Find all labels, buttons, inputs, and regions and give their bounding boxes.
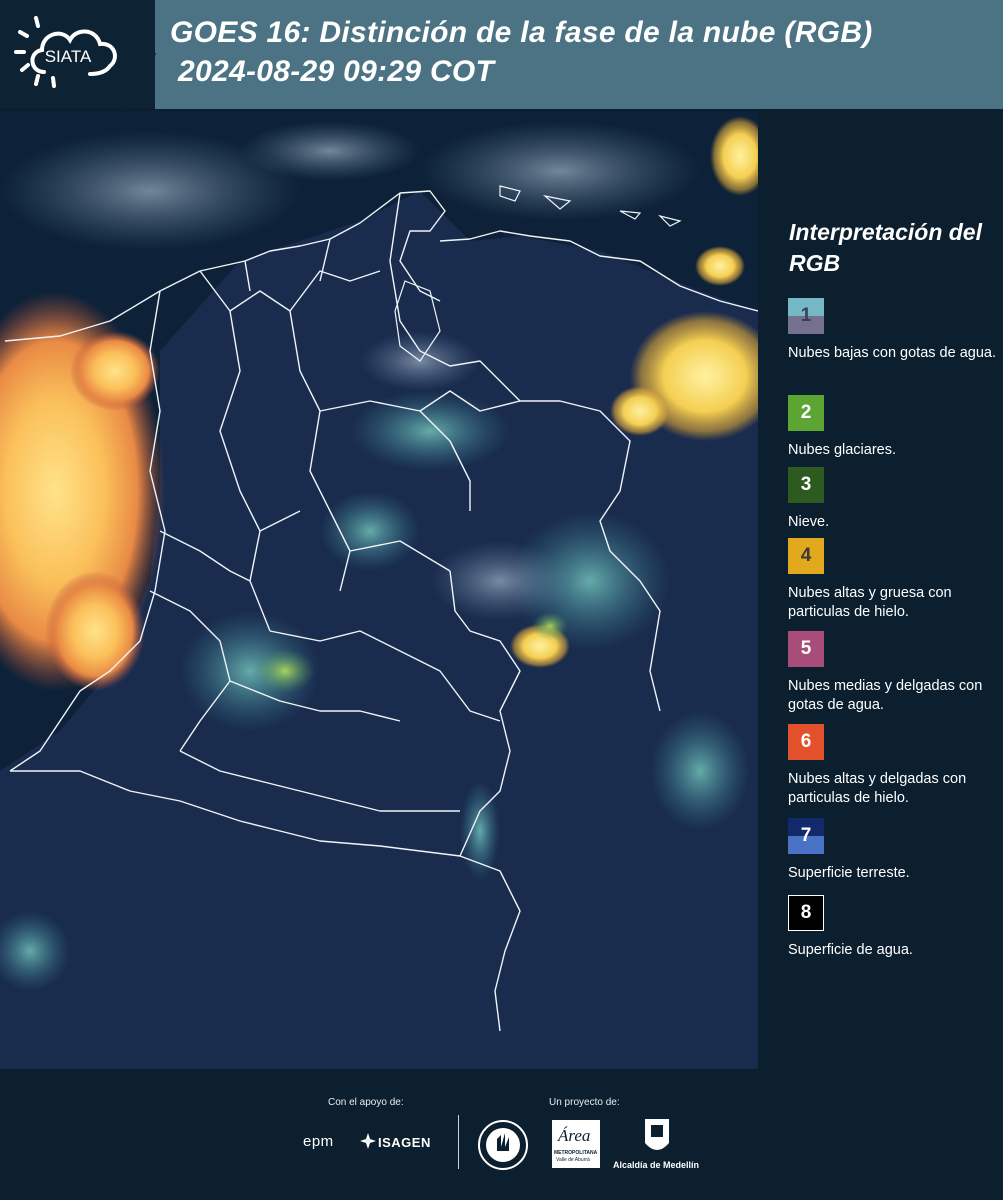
legend-label-2: Nubes glaciares. [788,442,896,458]
legend-item-5: 5 Nubes medias y delgadas con gotas de a… [788,631,1000,715]
isagen-logo: ISAGEN [378,1135,431,1150]
legend-label-1: Nubes bajas con gotas de agua. [788,345,996,361]
legend-swatch-6: 6 [788,724,824,760]
legend-label-6: Nubes altas y delgadas con particulas de… [788,771,967,806]
legend-label-3: Nieve. [788,514,830,530]
legend-item-3: 3 Nieve. [788,467,1000,532]
legend-item-2: 2 Nubes glaciares. [788,395,1000,460]
legend-label-7: Superficie terreste. [788,865,910,881]
footer: Con el apoyo de: Un proyecto de: epm ISA… [0,1069,1003,1200]
metro-text: METROPOLITANA [554,1150,598,1156]
legend-item-8: 8 Superficie de agua. [788,895,1000,960]
legend-item-4: 4 Nubes altas y gruesa con particulas de… [788,538,1000,622]
legend-item-6: 6 Nubes altas y delgadas con particulas … [788,724,1000,808]
alcaldia-shield-icon [645,1119,669,1150]
logo-arrow-shape [122,0,156,108]
legend-swatch-8: 8 [788,895,824,931]
legend-swatch-1: 1 [788,298,824,334]
legend-swatch-3: 3 [788,467,824,503]
legend-label-4: Nubes altas y gruesa con particulas de h… [788,585,952,620]
logo-text: SIATA [45,47,92,66]
timestamp: 2024-08-29 09:29 COT [178,55,495,88]
area-metropolitana-logo: Área METROPOLITANA Valle de Aburrá [552,1120,600,1168]
legend-swatch-2: 2 [788,395,824,431]
satellite-image [0,111,758,1069]
support-label: Con el apoyo de: [328,1097,404,1108]
siata-logo: SIATA [14,16,117,88]
valle-text: Valle de Aburrá [556,1157,590,1163]
isagen-icon [360,1133,376,1149]
footer-divider [458,1115,459,1169]
satellite-map [0,111,758,1069]
header-bar: SIATA GOES 16: Distinción de la fase de … [0,0,1003,109]
legend-title: Interpretación del RGB [789,219,982,276]
legend-item-1: 1 Nubes bajas con gotas de agua. [788,298,1000,363]
area-text: Área [558,1126,591,1145]
page-title: GOES 16: Distinción de la fase de la nub… [170,16,873,49]
project-label: Un proyecto de: [549,1097,620,1108]
legend-swatch-4: 4 [788,538,824,574]
alcaldia-caption: Alcaldía de Medellín [613,1160,700,1170]
legend-label-5: Nubes medias y delgadas con gotas de agu… [788,678,983,713]
medellin-seal-icon [478,1120,528,1170]
legend-label-8: Superficie de agua. [788,942,913,958]
legend-panel: Interpretación del RGB 1 Nubes bajas con… [758,111,1003,1069]
epm-logo: epm [303,1133,334,1150]
legend-swatch-5: 5 [788,631,824,667]
legend-item-7: 7 Superficie terreste. [788,818,1000,883]
legend-swatch-7: 7 [788,818,824,854]
